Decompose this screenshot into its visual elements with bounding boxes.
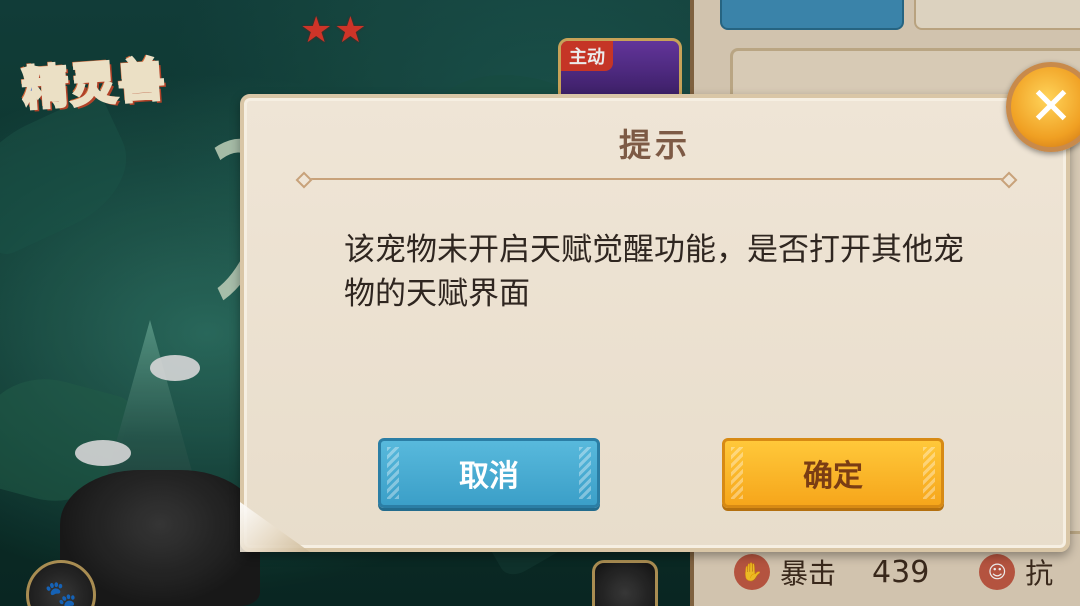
close-glyph: ✕ <box>1029 77 1073 137</box>
cancel-button-label: 取消 <box>459 459 519 494</box>
title-divider <box>304 178 1009 180</box>
game-screen: 精灵兽 ★★ 主动 🐾 ✋ 暴击 439 ☺ 抗 提示 该宠物未开启天赋觉醒功能… <box>0 0 1080 606</box>
dialog-title: 提示 <box>618 126 691 164</box>
confirm-button-label: 确定 <box>803 459 863 494</box>
button-stripe <box>579 447 591 499</box>
cancel-button[interactable]: 取消 <box>378 438 600 508</box>
button-stripe <box>731 447 743 499</box>
confirm-button[interactable]: 确定 <box>722 438 944 508</box>
dialog-message: 该宠物未开启天赋觉醒功能，是否打开其他宠物的天赋界面 <box>344 232 964 312</box>
page-curl-decoration <box>240 502 310 552</box>
prompt-dialog: 提示 该宠物未开启天赋觉醒功能，是否打开其他宠物的天赋界面 取消 确定 <box>240 94 1070 552</box>
button-stripe <box>387 447 399 499</box>
button-stripe <box>923 447 935 499</box>
